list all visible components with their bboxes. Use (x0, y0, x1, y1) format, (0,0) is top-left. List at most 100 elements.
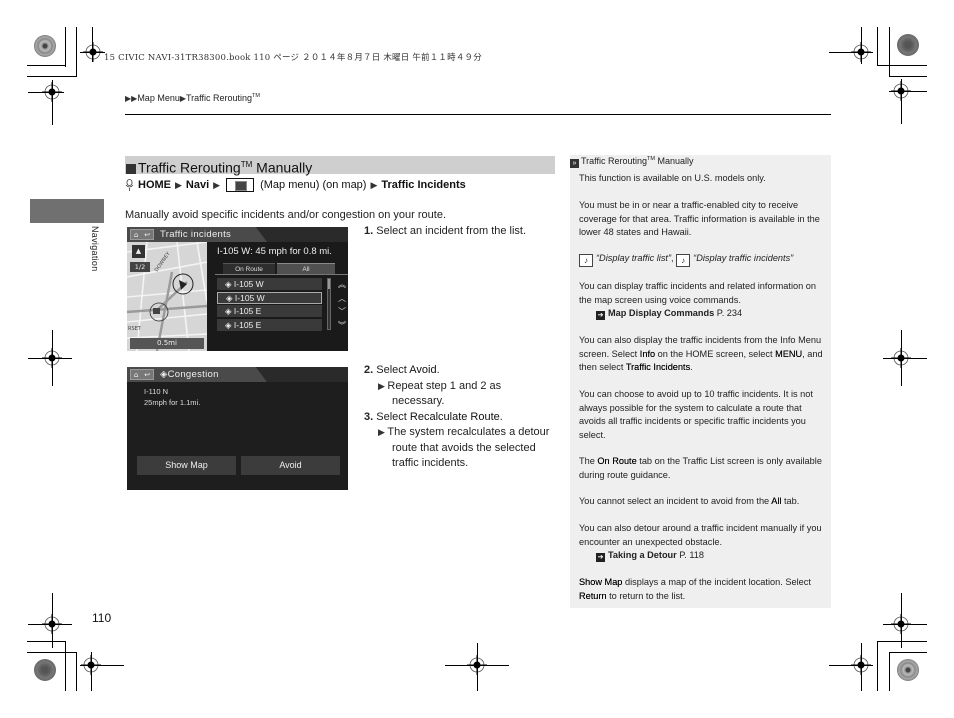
tab-on-route[interactable]: On Route (223, 263, 275, 274)
map-view[interactable]: DOWNEY RSET ▲ 1/2 0.5mi (127, 242, 207, 351)
step-number: 1. (364, 225, 374, 237)
note-paragraph: You can also display the traffic inciden… (579, 335, 823, 372)
home-back-button[interactable]: ⌂ ↩ (130, 369, 154, 380)
north-up-icon[interactable]: ▲ (132, 245, 145, 258)
note-heading: » Traffic ReroutingTM Manually (570, 156, 694, 168)
page-number: 110 (92, 611, 112, 625)
crop-mark (889, 652, 927, 653)
incident-list-item[interactable]: ◈ I-105 W (217, 278, 322, 290)
crop-mark (28, 358, 72, 359)
crop-mark (80, 665, 124, 666)
step-2-note: ▶ Repeat step 1 and 2 as necessary. (378, 379, 554, 410)
print-header: 15 CIVIC NAVI-31TR38300.book 110 ページ ２０１… (104, 53, 482, 63)
incident-list: ◈ I-105 W ◈ I-105 W ◈ I-105 E ◈ I-105 E (217, 278, 322, 332)
double-chevron-icon: » (570, 159, 579, 168)
traffic-icon: ◈ (225, 279, 234, 289)
crop-mark (877, 65, 927, 66)
crop-mark (27, 65, 65, 66)
screen-titlebar: ⌂ ↩ ◈Congestion (127, 367, 267, 382)
map-scale: 0.5mi (130, 338, 204, 349)
back-icon: ↩ (144, 370, 151, 379)
traffic-icon: ◈ (160, 369, 168, 380)
triangle-icon: ▶ (175, 179, 182, 190)
scrollbar-thumb[interactable] (328, 279, 330, 289)
page-up-icon[interactable]: ︽ (337, 278, 347, 292)
header-rule (125, 114, 831, 115)
incident-list-item[interactable]: ◈ I-105 E (217, 305, 322, 317)
note-paragraph: You cannot select an incident to avoid f… (579, 496, 800, 506)
crop-mark (901, 593, 902, 648)
note-paragraph: You can also detour around a traffic inc… (579, 522, 827, 563)
crop-mark (829, 52, 873, 53)
punct: . (436, 364, 440, 376)
section-title-suffix: Manually (252, 159, 313, 176)
list-scrollbar[interactable] (327, 278, 331, 330)
step-3: 3. Select Recalculate Route. (364, 410, 554, 426)
incident-list-item-selected[interactable]: ◈ I-105 W (217, 291, 322, 304)
crop-mark (883, 358, 927, 359)
ui-term-recalculate: Recalculate Route (409, 410, 500, 423)
traffic-icon: ◈ (225, 319, 234, 330)
crop-mark (861, 27, 862, 64)
crop-mark (889, 27, 890, 77)
trademark: TM (252, 93, 260, 99)
step-3-note: ▶ The system recalculates a detour route… (378, 425, 554, 472)
note-paragraph: This function is available on U.S. model… (579, 173, 766, 183)
step-2: 2. Select Avoid. (364, 363, 554, 379)
note-paragraph: The On Route tab on the Traffic List scr… (579, 456, 822, 480)
note-paragraph: You can display traffic incidents and re… (579, 280, 827, 321)
voice-command-text: “Display traffic list” (596, 253, 672, 263)
avoid-button[interactable]: Avoid (241, 456, 340, 475)
crop-mark (27, 641, 65, 642)
cross-reference[interactable]: ➔ Map Display Commands P. 234 (579, 307, 827, 321)
color-rosette-mark (897, 659, 919, 681)
map-menu-button-icon (226, 178, 255, 192)
crop-mark (76, 27, 77, 77)
cross-reference[interactable]: ➔ Taking a Detour P. 118 (579, 549, 827, 563)
step-text: Select (376, 364, 410, 376)
breadcrumb-item-map-menu[interactable]: Map Menu (137, 93, 180, 103)
traffic-icon: ◈ (226, 292, 235, 303)
note-text: Repeat step 1 and 2 as necessary. (387, 379, 502, 408)
crop-mark (65, 27, 66, 67)
screen-title: Traffic incidents (160, 229, 232, 240)
incident-info: I-105 W: 45 mph for 0.8 mi. (217, 246, 332, 257)
crop-mark (52, 330, 53, 386)
nav-map-menu-text: (Map menu) (on map) (260, 179, 367, 191)
crop-mark (861, 643, 862, 691)
tab-all[interactable]: All (277, 263, 335, 274)
crop-mark (889, 652, 890, 691)
page-down-icon[interactable]: ︾ (337, 319, 347, 333)
incident-tabs: On Route All (223, 263, 335, 274)
note-paragraph: You can choose to avoid up to 10 traffic… (579, 389, 813, 440)
road-name: I-110 N (144, 387, 169, 396)
voice-mic-icon (125, 179, 134, 191)
breadcrumb: ▶▶Map Menu▶Traffic ReroutingTM (125, 93, 260, 103)
chapter-tab (30, 199, 104, 223)
home-icon: ⌂ (133, 230, 139, 239)
nav-home: HOME (138, 179, 171, 191)
scroll-up-icon[interactable]: ︿ (337, 292, 347, 306)
crop-mark (901, 330, 902, 386)
color-rosette-mark (34, 659, 56, 681)
steps-2-3: 2. Select Avoid. ▶ Repeat step 1 and 2 a… (364, 363, 554, 472)
incident-list-item[interactable]: ◈ I-105 E (217, 318, 322, 331)
voice-command-icon: ♪ (676, 254, 691, 267)
nav-navi: Navi (185, 179, 210, 191)
reference-arrow-icon: ➔ (596, 553, 605, 562)
breadcrumb-item-traffic-rerouting[interactable]: Traffic Rerouting (186, 93, 252, 103)
trademark: TM (240, 160, 253, 169)
note-paragraph: Show Map displays a map of the incident … (579, 577, 811, 601)
crop-mark (877, 641, 878, 691)
home-back-button[interactable]: ⌂ ↩ (130, 229, 154, 240)
home-icon: ⌂ (133, 370, 139, 379)
scroll-down-icon[interactable]: ﹀ (337, 305, 347, 319)
note-paragraph: You must be in or near a traffic-enabled… (579, 200, 820, 237)
voice-command-icon: ♪ (579, 254, 593, 267)
map-roads: DOWNEY RSET (127, 242, 207, 351)
screen-title: ◈Congestion (160, 369, 219, 380)
crop-mark (27, 652, 76, 653)
triangle-icon: ▶ (370, 179, 378, 190)
show-map-button[interactable]: Show Map (137, 456, 236, 475)
crop-mark (829, 665, 873, 666)
